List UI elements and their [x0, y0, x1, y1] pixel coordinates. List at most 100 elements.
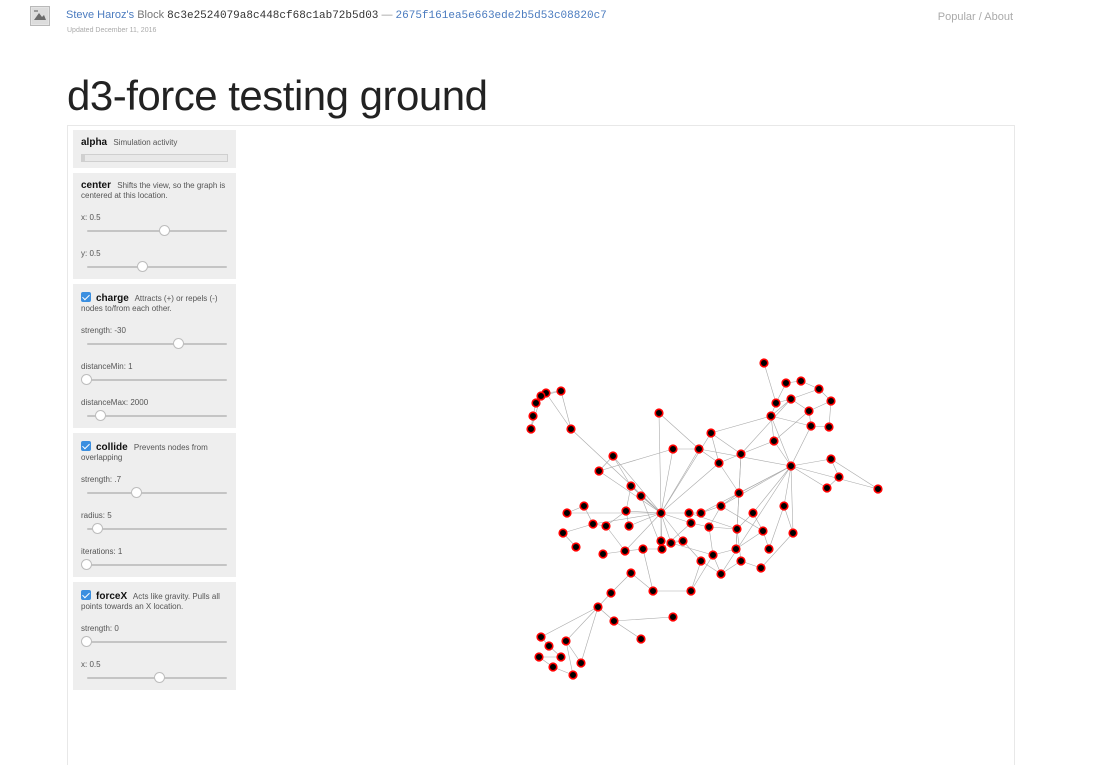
graph-node[interactable] [759, 358, 769, 368]
slider-thumb[interactable] [137, 261, 148, 272]
graph-node[interactable] [534, 652, 544, 662]
graph-node[interactable] [561, 636, 571, 646]
graph-node[interactable] [766, 411, 776, 421]
graph-node[interactable] [734, 488, 744, 498]
graph-node[interactable] [536, 391, 546, 401]
charge-distancemax-slider[interactable] [87, 410, 227, 422]
graph-node[interactable] [656, 508, 666, 518]
graph-node[interactable] [716, 569, 726, 579]
graph-node[interactable] [636, 491, 646, 501]
graph-node[interactable] [562, 508, 572, 518]
graph-node[interactable] [716, 501, 726, 511]
graph-node[interactable] [568, 670, 578, 680]
author-link[interactable]: Steve Haroz's [66, 9, 134, 21]
graph-node[interactable] [666, 538, 676, 548]
graph-node[interactable] [826, 396, 836, 406]
force-graph-svg[interactable] [238, 126, 1014, 765]
graph-node[interactable] [621, 506, 631, 516]
graph-node[interactable] [556, 386, 566, 396]
graph-node[interactable] [526, 424, 536, 434]
slider-thumb[interactable] [81, 559, 92, 570]
graph-node[interactable] [608, 451, 618, 461]
forcex-strength-slider[interactable] [81, 636, 227, 648]
collide-checkbox[interactable] [81, 441, 91, 451]
graph-node[interactable] [696, 508, 706, 518]
graph-node[interactable] [598, 549, 608, 559]
graph-node[interactable] [714, 458, 724, 468]
graph-node[interactable] [624, 521, 634, 531]
nav-about-link[interactable]: About [984, 11, 1013, 23]
graph-node[interactable] [704, 522, 714, 532]
graph-node[interactable] [736, 449, 746, 459]
graph-node[interactable] [756, 563, 766, 573]
graph-node[interactable] [556, 652, 566, 662]
graph-node[interactable] [626, 568, 636, 578]
graph-node[interactable] [594, 466, 604, 476]
forcex-checkbox[interactable] [81, 590, 91, 600]
graph-node[interactable] [638, 544, 648, 554]
graph-node[interactable] [684, 508, 694, 518]
graph-node[interactable] [626, 481, 636, 491]
graph-node[interactable] [779, 501, 789, 511]
commit-hash-link[interactable]: 2675f161ea5e663ede2b5d53c08820c7 [396, 10, 607, 22]
graph-node[interactable] [579, 501, 589, 511]
center-x-slider[interactable] [87, 225, 227, 237]
graph-node[interactable] [736, 556, 746, 566]
slider-thumb[interactable] [159, 225, 171, 236]
graph-node[interactable] [576, 658, 586, 668]
graph-node[interactable] [786, 461, 796, 471]
graph-node[interactable] [588, 519, 598, 529]
avatar[interactable] [30, 6, 50, 26]
collide-strength-slider[interactable] [87, 487, 227, 499]
graph-node[interactable] [764, 544, 774, 554]
graph-node[interactable] [814, 384, 824, 394]
slider-thumb[interactable] [81, 374, 92, 385]
graph-node[interactable] [531, 398, 541, 408]
graph-node[interactable] [536, 632, 546, 642]
charge-strength-slider[interactable] [87, 338, 227, 350]
graph-node[interactable] [686, 586, 696, 596]
graph-node[interactable] [528, 411, 538, 421]
charge-checkbox[interactable] [81, 292, 91, 302]
graph-node[interactable] [686, 518, 696, 528]
graph-node[interactable] [548, 662, 558, 672]
graph-node[interactable] [657, 544, 667, 554]
graph-node[interactable] [571, 542, 581, 552]
graph-node[interactable] [656, 536, 666, 546]
graph-node[interactable] [593, 602, 603, 612]
slider-thumb[interactable] [81, 636, 92, 647]
center-y-slider[interactable] [87, 261, 227, 273]
graph-node[interactable] [769, 436, 779, 446]
force-graph-canvas[interactable] [238, 126, 1014, 765]
graph-node[interactable] [796, 376, 806, 386]
graph-node[interactable] [668, 444, 678, 454]
graph-node[interactable] [648, 586, 658, 596]
graph-node[interactable] [732, 524, 742, 534]
graph-node[interactable] [804, 406, 814, 416]
graph-node[interactable] [786, 394, 796, 404]
graph-node[interactable] [781, 378, 791, 388]
graph-node[interactable] [873, 484, 883, 494]
forcex-x-slider[interactable] [87, 672, 227, 684]
graph-node[interactable] [601, 521, 611, 531]
graph-node[interactable] [606, 588, 616, 598]
nav-popular-link[interactable]: Popular [938, 11, 976, 23]
graph-node[interactable] [806, 421, 816, 431]
slider-thumb[interactable] [92, 523, 104, 534]
collide-iterations-slider[interactable] [81, 559, 227, 571]
collide-radius-slider[interactable] [87, 523, 227, 535]
graph-node[interactable] [822, 483, 832, 493]
slider-thumb[interactable] [153, 672, 165, 683]
graph-node[interactable] [788, 528, 798, 538]
graph-node[interactable] [668, 612, 678, 622]
graph-node[interactable] [654, 408, 664, 418]
slider-thumb[interactable] [95, 410, 106, 421]
slider-thumb[interactable] [131, 487, 143, 498]
graph-node[interactable] [771, 398, 781, 408]
slider-thumb[interactable] [173, 338, 185, 349]
graph-node[interactable] [748, 508, 758, 518]
graph-node[interactable] [609, 616, 619, 626]
graph-node[interactable] [826, 454, 836, 464]
graph-node[interactable] [696, 556, 706, 566]
graph-node[interactable] [694, 444, 704, 454]
